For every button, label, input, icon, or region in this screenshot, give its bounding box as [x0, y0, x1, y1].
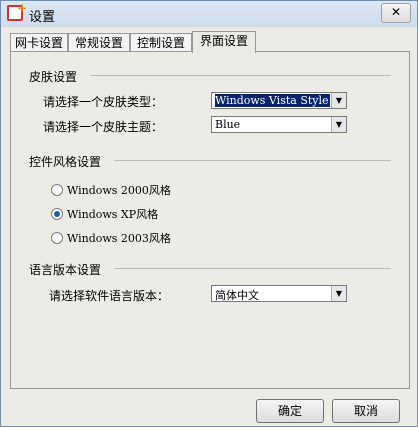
- tab-control[interactable]: 控制设置: [130, 33, 192, 52]
- chevron-down-icon[interactable]: ▼: [331, 93, 346, 108]
- control-style-section-title: 控件风格设置: [29, 155, 102, 169]
- skin-type-label: 请选择一个皮肤类型：: [43, 95, 164, 109]
- radio-windows-xp-label: Windows XP风格: [67, 208, 159, 221]
- cancel-button[interactable]: 取消: [332, 399, 400, 423]
- radio-windows-2000[interactable]: [51, 184, 63, 196]
- tab-general[interactable]: 常规设置: [68, 33, 130, 52]
- tab-network-card[interactable]: 网卡设置: [10, 33, 68, 52]
- divider: [115, 160, 391, 161]
- interface-settings-panel: 皮肤设置 请选择一个皮肤类型： Windows Vista Style ▼ 请选…: [10, 51, 410, 389]
- skin-section-title: 皮肤设置: [29, 70, 78, 84]
- divider: [91, 75, 391, 76]
- skin-theme-value: Blue: [215, 118, 241, 131]
- skin-theme-select[interactable]: Blue ▼: [211, 116, 347, 133]
- skin-type-value: Windows Vista Style: [215, 94, 330, 107]
- skin-theme-label: 请选择一个皮肤主题：: [43, 120, 164, 134]
- radio-windows-2003-label: Windows 2003风格: [67, 232, 171, 245]
- radio-windows-xp[interactable]: [51, 208, 63, 220]
- settings-window: + 设置 ✕ 网卡设置 常规设置 控制设置 界面设置 皮肤设置 请选择一个皮肤类…: [0, 0, 418, 427]
- chevron-down-icon[interactable]: ▼: [331, 117, 346, 132]
- divider: [115, 268, 391, 269]
- language-select[interactable]: 简体中文 ▼: [211, 285, 347, 302]
- radio-windows-2003[interactable]: [51, 232, 63, 244]
- ok-button[interactable]: 确定: [256, 399, 324, 423]
- close-button[interactable]: ✕: [381, 3, 411, 23]
- chevron-down-icon[interactable]: ▼: [331, 286, 346, 301]
- title-bar: + 设置 ✕: [1, 1, 417, 27]
- skin-type-select[interactable]: Windows Vista Style ▼: [211, 92, 347, 109]
- language-label: 请选择软件语言版本：: [49, 289, 170, 303]
- language-section-title: 语言版本设置: [29, 263, 102, 277]
- app-icon: +: [7, 1, 27, 21]
- radio-windows-2000-label: Windows 2000风格: [67, 184, 171, 197]
- language-value: 简体中文: [215, 289, 259, 302]
- tab-interface[interactable]: 界面设置: [192, 31, 256, 53]
- window-title: 设置: [29, 10, 56, 25]
